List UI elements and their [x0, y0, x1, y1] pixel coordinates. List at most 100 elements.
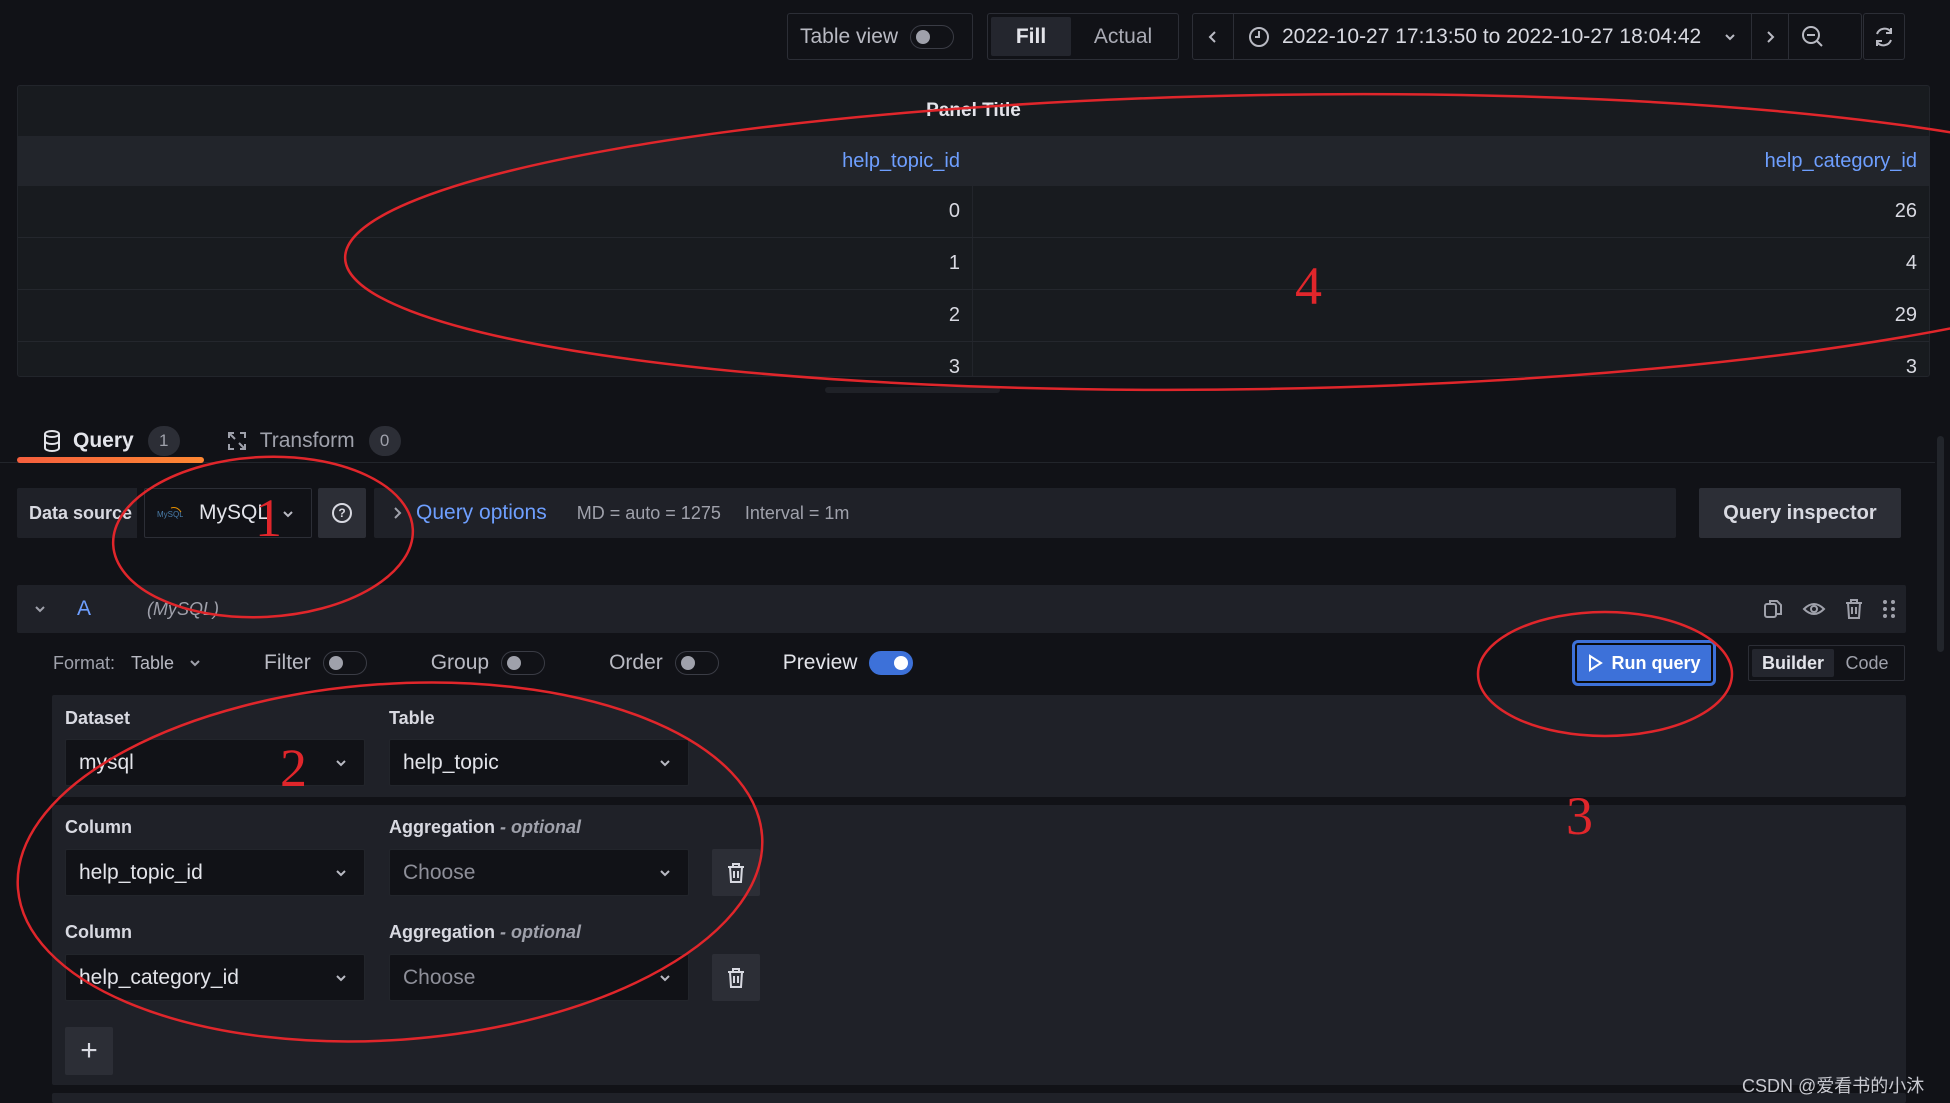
zoom-out-button[interactable] [1789, 14, 1837, 59]
run-query-button[interactable]: Run query [1572, 640, 1716, 686]
switch-knob [507, 656, 522, 670]
table-row: 2 29 [18, 290, 1929, 342]
aggregation-label-text: Aggregation [389, 817, 495, 837]
time-range-button[interactable]: 2022-10-27 17:13:50 to 2022-10-27 18:04:… [1234, 14, 1751, 59]
query-options-link[interactable]: Query options [416, 501, 547, 525]
play-icon [1589, 654, 1604, 672]
chevron-down-icon [336, 975, 346, 982]
preview-switch[interactable] [869, 651, 914, 675]
dataset-select[interactable]: mysql [65, 739, 365, 786]
table-view-label: Table view [800, 24, 899, 48]
annotation-number-1: 1 [255, 488, 282, 548]
annotation-number-3: 3 [1566, 786, 1593, 846]
actual-button[interactable]: Actual [1071, 17, 1175, 56]
code-mode-button[interactable]: Code [1834, 649, 1900, 677]
format-select[interactable]: Table [131, 653, 174, 674]
switch-knob [328, 656, 343, 670]
query-options[interactable]: Query options MD = auto = 1275 Interval … [374, 488, 1676, 538]
duplicate-icon[interactable] [1762, 598, 1784, 620]
dataset-table-section: Dataset mysql Table help_topic [52, 695, 1906, 797]
aggregation-select[interactable]: Choose [389, 954, 689, 1001]
datasource-label: Data source [17, 488, 137, 538]
group-switch[interactable] [501, 651, 546, 675]
query-count-badge: 1 [147, 426, 180, 456]
filter-toggle[interactable]: Filter [264, 651, 367, 675]
dataset-label: Dataset [65, 708, 131, 728]
max-data-points: MD = auto = 1275 [576, 502, 721, 523]
group-label: Group [430, 651, 490, 674]
refresh-button[interactable] [1863, 13, 1905, 60]
order-toggle[interactable]: Order [609, 651, 719, 675]
fill-actual-toggle: Fill Actual [987, 13, 1179, 60]
refresh-icon [1876, 27, 1892, 46]
remove-column-button[interactable] [712, 954, 760, 1001]
query-ref-id[interactable]: A [77, 597, 91, 621]
order-switch[interactable] [674, 651, 719, 675]
drag-handle-icon[interactable] [1882, 598, 1896, 620]
mysql-logo-icon: MySQL [157, 507, 183, 519]
panel-title[interactable]: Panel Title [18, 86, 1929, 136]
optional-hint: - optional [500, 817, 581, 837]
collapse-chevron-icon[interactable] [33, 604, 47, 614]
tab-query-label: Query [73, 429, 134, 452]
trash-icon [728, 862, 744, 883]
watermark: CSDN @爱看书的小沐 [1742, 1076, 1925, 1096]
column-label: Column [65, 922, 132, 942]
query-actions [1762, 585, 1896, 633]
tab-transform[interactable]: Transform 0 [200, 418, 421, 464]
remove-column-button[interactable] [712, 849, 760, 896]
annotation-number-4: 4 [1295, 256, 1322, 316]
table-cell: 1 [18, 238, 973, 289]
filter-switch[interactable] [322, 651, 367, 675]
trash-icon[interactable] [1844, 598, 1864, 620]
table-view-switch[interactable] [910, 24, 955, 49]
chevron-down-icon [190, 660, 200, 667]
datasource-help-button[interactable]: ? [318, 488, 366, 538]
transform-count-badge: 0 [368, 426, 401, 456]
column-select[interactable]: help_category_id [65, 954, 365, 1001]
vertical-scrollbar[interactable] [1937, 436, 1944, 652]
database-icon [44, 430, 60, 452]
table-cell: 26 [1894, 200, 1917, 222]
chevron-down-icon [336, 760, 346, 767]
datasource-row: Data source MySQL MySQL ? Query options … [17, 488, 1901, 538]
time-prev-button[interactable] [1193, 14, 1233, 59]
add-column-button[interactable]: + [65, 1027, 113, 1075]
column-header-help-category-id[interactable]: help_category_id [973, 136, 1929, 186]
table-view-toggle[interactable]: Table view [787, 13, 973, 60]
query-inspector-button[interactable]: Query inspector [1699, 488, 1901, 538]
active-tab-indicator [17, 457, 204, 463]
chevron-down-icon [660, 870, 670, 877]
table-cell: 4 [1905, 252, 1917, 274]
builder-mode-button[interactable]: Builder [1752, 649, 1834, 677]
pane-resize-handle[interactable] [825, 387, 1000, 393]
eye-icon[interactable] [1802, 598, 1826, 620]
datasource-picker[interactable]: MySQL MySQL [144, 488, 312, 538]
tab-transform-label: Transform [259, 429, 355, 452]
group-toggle[interactable]: Group [430, 651, 546, 675]
column-header-help-topic-id[interactable]: help_topic_id [18, 136, 973, 186]
aggregation-label-text: Aggregation [389, 922, 495, 942]
preview-toggle[interactable]: Preview [783, 651, 914, 675]
chevron-down-icon [660, 975, 670, 982]
filter-label: Filter [264, 651, 311, 674]
aggregation-placeholder: Choose [403, 965, 476, 989]
columns-section: Column help_topic_id Aggregation - optio… [52, 805, 1906, 1085]
query-row-header: A (MySQL) [17, 585, 1906, 633]
zoom-out-icon [1802, 25, 1823, 47]
time-range-text: 2022-10-27 17:13:50 to 2022-10-27 18:04:… [1282, 24, 1702, 48]
switch-knob [916, 29, 931, 44]
time-next-button[interactable] [1752, 14, 1788, 59]
chevron-down-icon [283, 511, 293, 518]
switch-knob [680, 656, 695, 670]
column-select[interactable]: help_topic_id [65, 849, 365, 896]
fill-button[interactable]: Fill [991, 17, 1071, 56]
aggregation-label: Aggregation - optional [389, 817, 581, 838]
aggregation-placeholder: Choose [403, 860, 476, 884]
table-select[interactable]: help_topic [389, 739, 689, 786]
aggregation-select[interactable]: Choose [389, 849, 689, 896]
table-cell: 3 [18, 342, 973, 376]
table-cell: 29 [1894, 304, 1917, 326]
chevron-left-icon [1208, 30, 1216, 43]
preview-label: Preview [782, 651, 858, 674]
